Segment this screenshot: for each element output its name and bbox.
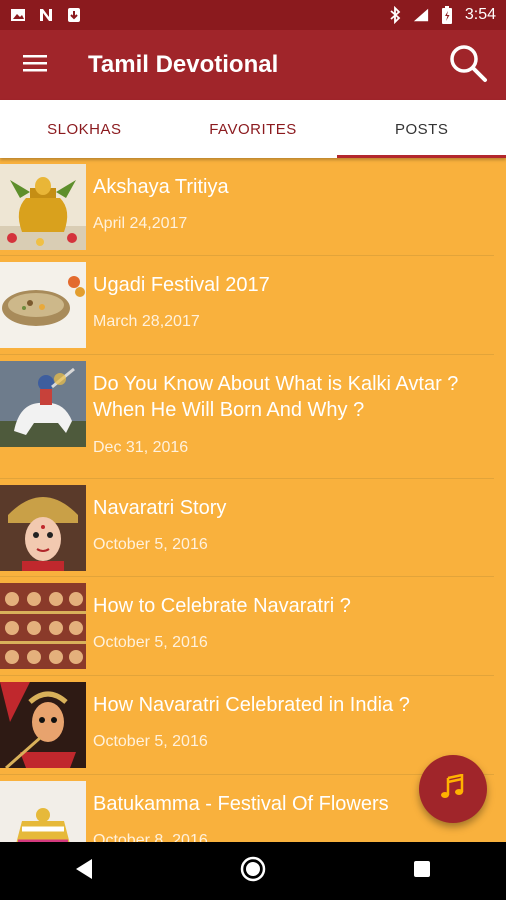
post-title: Do You Know About What is Kalki Avtar ? …	[93, 373, 459, 421]
music-note-icon	[440, 772, 466, 805]
list-item[interactable]: Navaratri Story October 5, 2016	[0, 479, 506, 577]
post-thumbnail-ugadi	[0, 262, 86, 353]
recents-icon	[413, 860, 431, 883]
post-date: October 8, 2016	[93, 832, 208, 842]
hamburger-menu-icon	[23, 54, 47, 77]
back-icon	[74, 858, 94, 885]
home-button[interactable]	[228, 846, 278, 896]
posts-list: Akshaya Tritiya April 24,2017 Ugadi Fest…	[0, 158, 506, 842]
post-title: Ugadi Festival 2017	[93, 274, 270, 296]
recents-button[interactable]	[397, 846, 447, 896]
post-title: Akshaya Tritiya	[93, 176, 229, 198]
post-thumbnail-batukamma	[0, 781, 86, 842]
n-icon	[38, 7, 54, 23]
post-date: Dec 31, 2016	[93, 439, 189, 456]
post-title: How to Celebrate Navaratri ?	[93, 595, 351, 617]
status-bar: 3:54	[0, 0, 506, 30]
tab-bar: SLOKHAS FAVORITES POSTS	[0, 100, 506, 158]
list-item[interactable]: Do You Know About What is Kalki Avtar ? …	[0, 355, 506, 479]
search-button[interactable]	[446, 43, 490, 87]
post-date: October 5, 2016	[93, 536, 208, 553]
post-thumbnail-navaratri-story	[0, 485, 86, 576]
battery-icon	[439, 6, 455, 24]
download-icon	[66, 7, 82, 23]
post-title: How Navaratri Celebrated in India ?	[93, 694, 410, 716]
search-icon	[448, 43, 488, 88]
post-date: October 5, 2016	[93, 733, 208, 750]
signal-icon	[413, 7, 429, 23]
system-navigation-bar	[0, 842, 506, 900]
menu-button[interactable]	[16, 46, 54, 84]
list-item[interactable]: How Navaratri Celebrated in India ? Octo…	[0, 676, 506, 775]
post-title: Navaratri Story	[93, 497, 227, 519]
post-date: March 28,2017	[93, 313, 200, 330]
image-icon	[10, 7, 26, 23]
post-thumbnail-akshaya-tritiya	[0, 164, 86, 255]
music-fab-button[interactable]	[419, 755, 487, 823]
list-item[interactable]: How to Celebrate Navaratri ? October 5, …	[0, 577, 506, 676]
app-bar: Tamil Devotional	[0, 30, 506, 100]
post-thumbnail-kalki-avtar	[0, 361, 86, 452]
bluetooth-icon	[387, 6, 403, 24]
post-date: October 5, 2016	[93, 634, 208, 651]
list-item[interactable]: Akshaya Tritiya April 24,2017	[0, 158, 506, 256]
post-thumbnail-celebrate-navaratri	[0, 583, 86, 674]
app-title: Tamil Devotional	[88, 51, 279, 78]
list-item[interactable]: Ugadi Festival 2017 March 28,2017	[0, 256, 506, 355]
status-time: 3:54	[464, 6, 496, 23]
tab-favorites[interactable]: FAVORITES	[169, 100, 338, 158]
tab-slokhas[interactable]: SLOKHAS	[0, 100, 169, 158]
tab-posts[interactable]: POSTS	[337, 100, 506, 158]
post-thumbnail-navaratri-india	[0, 682, 86, 773]
home-icon	[240, 856, 266, 887]
post-date: April 24,2017	[93, 215, 188, 232]
back-button[interactable]	[59, 846, 109, 896]
